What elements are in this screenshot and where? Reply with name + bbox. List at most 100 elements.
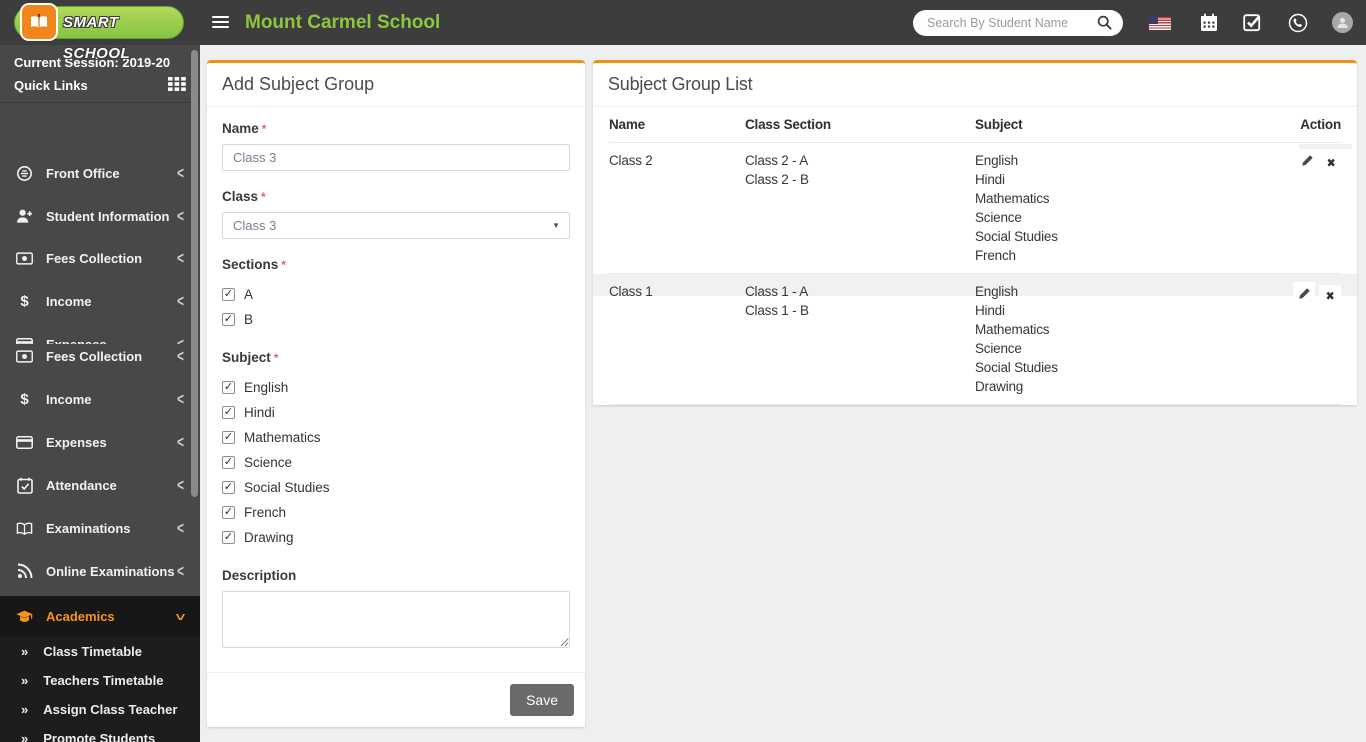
broadcast-icon [16,563,33,579]
subject-checkbox-french[interactable]: ✓ French [222,500,570,525]
quick-links-grid-icon[interactable] [168,77,186,94]
delete-x-icon[interactable]: ✖ [1321,154,1341,173]
clipped-expenses-row: Expenses < [0,332,200,344]
sidebar-item-attendance[interactable]: Attendance < [0,473,200,497]
academics-submenu: » Class Timetable » Teachers Timetable »… [0,637,200,742]
language-flag-icon[interactable] [1149,17,1171,30]
sidebar-item-label: Fees Collection [46,250,143,266]
subject-group-list-card: Subject Group List Name Class Section Su… [593,60,1357,405]
submenu-item-class-timetable[interactable]: » Class Timetable [0,637,200,666]
todo-check-icon[interactable] [1243,13,1262,37]
chevron-down-icon: < [171,612,190,621]
select-arrow-icon: ▼ [552,221,560,230]
sidebar-item-label: Online Examinations [46,563,175,579]
sidebar-item-expenses-clipped[interactable]: Expenses < [0,332,200,344]
name-input[interactable] [222,144,570,171]
chevron-left-icon: < [176,389,184,409]
class-select-value: Class 3 [233,218,277,233]
student-search [913,10,1123,36]
table-row: Class 2 Class 2 - A Class 2 - B English … [609,143,1352,274]
table-row: Class 1 Class 1 - A Class 1 - B English … [593,274,1357,405]
subject-checkbox-drawing[interactable]: ✓ Drawing [222,525,570,550]
subject-checkbox-mathematics[interactable]: ✓ Mathematics [222,425,570,450]
calendar-icon[interactable] [1200,13,1218,37]
submenu-item-assign-class-teacher[interactable]: » Assign Class Teacher [0,695,200,724]
sidebar-item-income[interactable]: $ Income < [0,289,200,313]
subject-checkbox-english[interactable]: ✓ English [222,375,570,400]
top-header: SMART SCHOOL Mount Carmel School [0,0,1366,62]
sidebar-item-front-office[interactable]: Front Office < [0,161,200,185]
checkbox-checked-icon[interactable]: ✓ [222,288,235,301]
chevron-left-icon: < [176,163,184,183]
submenu-item-teachers-timetable[interactable]: » Teachers Timetable [0,666,200,695]
hamburger-menu-icon[interactable] [212,16,229,31]
edit-pencil-icon[interactable] [1297,151,1317,170]
sidebar-scrollbar-thumb[interactable] [191,50,198,497]
column-header-name[interactable]: Name [609,117,745,132]
subject-checkbox-social-studies[interactable]: ✓ Social Studies [222,475,570,500]
whatsapp-icon[interactable] [1288,13,1308,38]
form-footer: Save [207,672,585,727]
quick-links-label: Quick Links [14,78,88,93]
required-asterisk: * [261,190,266,204]
search-icon[interactable] [1097,15,1112,35]
submenu-item-promote-students[interactable]: » Promote Students [0,724,200,742]
cell-name: Class 1 [609,284,653,299]
edit-pencil-icon[interactable] [1293,282,1316,304]
name-label: Name * [222,121,267,136]
money-icon [16,349,33,363]
sidebar-item-examinations[interactable]: Examinations < [0,516,200,540]
sidebar-item-label: Attendance [46,477,117,493]
checkbox-checked-icon[interactable]: ✓ [222,506,235,519]
user-avatar[interactable] [1332,12,1353,33]
dollar-icon: $ [20,292,29,310]
sidebar-item-label: Academics [46,609,115,624]
subject-group-table: Name Class Section Subject Action Class … [593,107,1357,405]
subject-checkbox-science[interactable]: ✓ Science [222,450,570,475]
sidebar-item-income-2[interactable]: $ Income < [0,387,200,411]
sidebar: Current Session: 2019-20 Quick Links Fro… [0,45,200,742]
chevron-left-icon: < [176,206,184,226]
save-button[interactable]: Save [510,684,574,716]
table-header-row: Name Class Section Subject Action [609,107,1341,143]
subject-label: Subject * [222,350,279,365]
search-input[interactable] [927,11,1082,35]
checkbox-checked-icon[interactable]: ✓ [222,313,235,326]
sidebar-item-expenses[interactable]: Expenses < [0,430,200,454]
checkbox-checked-icon[interactable]: ✓ [222,431,235,444]
sidebar-item-student-information[interactable]: Student Information < [0,204,200,228]
delete-x-icon[interactable]: ✖ [1319,285,1341,307]
submenu-label: Assign Class Teacher [43,702,178,717]
chevron-left-icon: < [176,475,184,495]
submenu-label: Promote Students [43,731,156,742]
column-header-class-section[interactable]: Class Section [745,117,975,132]
section-checkbox-a[interactable]: ✓ A [222,282,570,307]
cell-subjects: English Hindi Mathematics Science Social… [975,153,1058,263]
sidebar-item-label: Income [46,391,92,407]
sidebar-item-label: Front Office [46,165,120,181]
cell-name: Class 2 [609,153,653,168]
form-card-title: Add Subject Group [207,63,585,107]
checkbox-checked-icon[interactable]: ✓ [222,406,235,419]
class-select[interactable]: Class 3 ▼ [222,212,570,239]
checkbox-checked-icon[interactable]: ✓ [222,481,235,494]
student-info-icon [16,208,33,224]
double-arrow-icon: » [21,702,29,717]
checkbox-checked-icon[interactable]: ✓ [222,531,235,544]
sidebar-item-academics[interactable]: Academics < [0,596,200,637]
sections-label: Sections * [222,257,286,272]
sidebar-item-fees-collection[interactable]: Fees Collection < [0,246,200,270]
description-textarea[interactable] [222,591,570,648]
app-logo[interactable]: SMART SCHOOL [14,3,184,62]
checkbox-checked-icon[interactable]: ✓ [222,381,235,394]
money-icon [16,251,33,265]
subject-checkbox-hindi[interactable]: ✓ Hindi [222,400,570,425]
checkbox-checked-icon[interactable]: ✓ [222,456,235,469]
section-checkbox-b[interactable]: ✓ B [222,307,570,332]
cell-class-sections: Class 2 - A Class 2 - B [745,153,809,187]
column-header-subject[interactable]: Subject [975,117,1279,132]
sidebar-item-fees-collection-2[interactable]: Fees Collection < [0,344,200,368]
chevron-left-icon: < [176,561,184,581]
card-icon [16,435,33,449]
sidebar-item-online-examinations[interactable]: Online Examinations < [0,559,200,583]
